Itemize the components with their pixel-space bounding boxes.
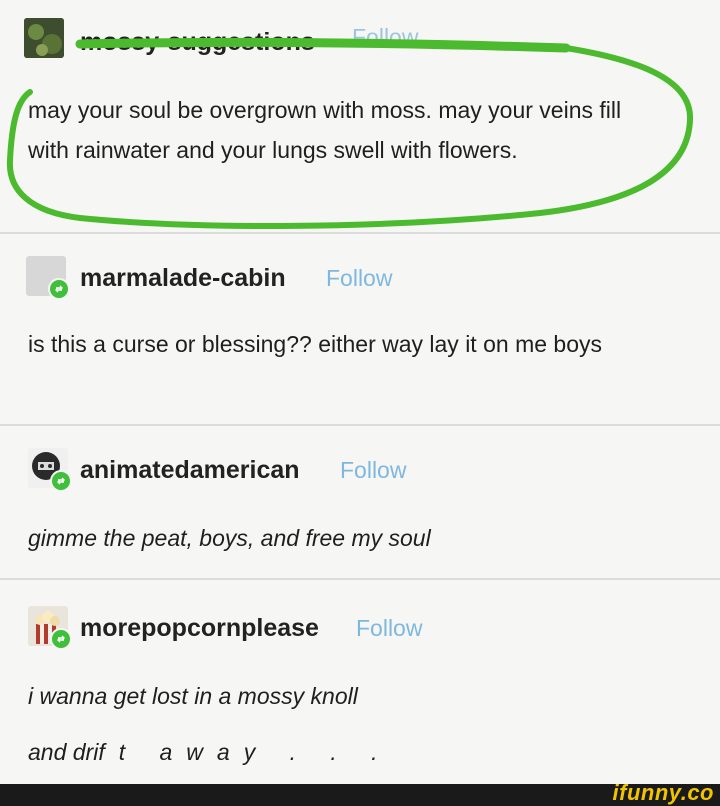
follow-button[interactable]: Follow <box>326 265 392 292</box>
post-text: gimme the peat, boys, and free my soul <box>28 525 431 551</box>
reblog-icon <box>48 278 70 300</box>
follow-button[interactable]: Follow <box>356 615 422 642</box>
post-mossy-suggestions: mossy-suggestions Follow may your soul b… <box>0 0 720 229</box>
username[interactable]: animatedamerican <box>80 456 300 485</box>
post-text: is this a curse or blessing?? either way… <box>28 331 602 357</box>
post-text-line-1: i wanna get lost in a mossy knoll <box>28 683 358 709</box>
ifunny-watermark: ifunny.co <box>612 780 714 805</box>
post-morepopcornplease: morepopcornplease Follow i wanna get los… <box>0 580 720 780</box>
text-fragment-spaced: ft away . . . <box>98 739 392 765</box>
post-text-line-2: and drift away . . . <box>28 732 668 772</box>
post-marmalade-cabin: marmalade-cabin Follow is this a curse o… <box>0 234 720 422</box>
text-fragment: and dri <box>28 739 99 765</box>
reblog-icon <box>50 628 72 650</box>
username[interactable]: marmalade-cabin <box>80 264 286 293</box>
reblog-icon <box>50 470 72 492</box>
post-animatedamerican: animatedamerican Follow gimme the peat, … <box>0 426 720 576</box>
follow-button[interactable]: Follow <box>340 457 406 484</box>
green-highlight-scribble <box>6 37 694 229</box>
username[interactable]: morepopcornplease <box>80 614 319 643</box>
